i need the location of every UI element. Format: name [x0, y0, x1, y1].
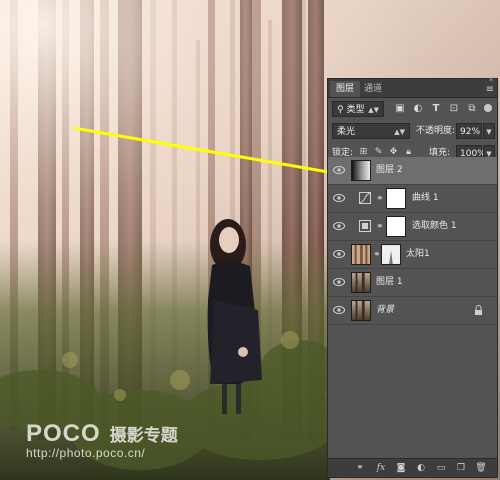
chevron-down-icon: ▲▼	[394, 128, 405, 136]
trash-icon[interactable]: 🗑︎	[475, 462, 487, 474]
opacity-input[interactable]: 92%	[456, 123, 482, 139]
filter-toggle[interactable]	[484, 104, 492, 112]
new-layer-icon[interactable]: ❐	[455, 462, 467, 474]
lock-icon	[475, 305, 482, 315]
image-filter-icon[interactable]: ▣	[394, 103, 406, 115]
watermark: POCO 摄影专题 http://photo.poco.cn/	[26, 420, 178, 460]
opacity-slider-button[interactable]: ▼	[483, 123, 495, 139]
selective-color-icon	[359, 220, 371, 232]
link-layers-icon[interactable]: ⚭	[354, 462, 366, 474]
layer-mask-thumbnail	[386, 188, 406, 209]
layer-row[interactable]: ⚭ 选取颜色 1	[328, 213, 497, 241]
blend-row: 柔光 ▲▼ 不透明度: 92% ▼	[328, 120, 497, 142]
eye-icon[interactable]	[333, 193, 345, 203]
layers-panel: 图层 通道 ✕ ≡ ⚲ 类型 ▲▼ ▣ ◐ T ⊡ ⧉ 柔光 ▲▼ 不透明度: …	[327, 76, 498, 478]
layer-thumbnail	[351, 160, 371, 181]
layer-row[interactable]: ⚭ 太阳1	[328, 241, 497, 269]
add-mask-icon[interactable]: ◙	[395, 462, 407, 474]
smart-object-filter-icon[interactable]: ⧉	[466, 103, 478, 115]
layer-thumbnail	[351, 272, 371, 293]
fx-icon[interactable]: fx	[375, 462, 387, 474]
opacity-label: 不透明度:	[416, 126, 456, 136]
watermark-brand: POCO	[26, 420, 101, 447]
layer-name[interactable]: 选取颜色 1	[412, 213, 457, 240]
layer-thumbnail	[351, 300, 371, 321]
panel-footer: ⚭ fx ◙ ◐ ▭ ❐ 🗑︎	[328, 458, 497, 477]
blend-mode-value: 柔光	[337, 127, 356, 137]
filter-row: ⚲ 类型 ▲▼ ▣ ◐ T ⊡ ⧉	[328, 98, 497, 120]
layer-row[interactable]: ⚭ 曲线 1	[328, 185, 497, 213]
layer-mask-thumbnail	[386, 216, 406, 237]
chevron-down-icon: ▲▼	[368, 106, 379, 114]
chain-link-icon[interactable]: ⚭	[376, 193, 384, 205]
layer-thumbnail	[351, 244, 371, 265]
eye-icon[interactable]	[333, 165, 345, 175]
layer-name[interactable]: 背景	[376, 297, 394, 324]
chain-link-icon[interactable]: ⚭	[376, 221, 384, 233]
curves-adjustment-icon	[359, 192, 371, 204]
filter-kind-label: 类型	[346, 105, 365, 115]
tab-channels[interactable]: 通道	[358, 81, 388, 97]
layers-list: 图层 2 ⚭ 曲线 1 ⚭ 选取颜色 1 ⚭ 太阳1 图层 1 背景	[328, 157, 497, 325]
eye-icon[interactable]	[333, 305, 345, 315]
layer-mask-thumbnail	[381, 244, 401, 265]
eye-icon[interactable]	[333, 277, 345, 287]
layer-name[interactable]: 曲线 1	[412, 185, 439, 212]
layer-row[interactable]: 图层 2	[328, 157, 497, 185]
tab-layers[interactable]: 图层	[330, 81, 361, 97]
close-icon[interactable]: ✕	[488, 76, 494, 84]
eye-icon[interactable]	[333, 249, 345, 259]
shape-filter-icon[interactable]: ⊡	[448, 103, 460, 115]
panel-tabbar: 图层 通道 ✕ ≡	[328, 76, 497, 98]
adjustment-layer-icon[interactable]: ◐	[415, 462, 427, 474]
blend-mode-select[interactable]: 柔光 ▲▼	[332, 123, 410, 139]
filter-kind-select[interactable]: ⚲ 类型 ▲▼	[332, 101, 384, 117]
layer-name[interactable]: 太阳1	[406, 241, 430, 268]
chain-link-icon[interactable]: ⚭	[373, 249, 381, 261]
panel-menu-icon[interactable]: ≡	[486, 84, 494, 95]
layer-row[interactable]: 背景	[328, 297, 497, 325]
watermark-url: http://photo.poco.cn/	[26, 446, 146, 460]
type-filter-icon[interactable]: T	[430, 103, 442, 115]
eye-icon[interactable]	[333, 221, 345, 231]
layer-row[interactable]: 图层 1	[328, 269, 497, 297]
group-folder-icon[interactable]: ▭	[435, 462, 447, 474]
layer-name[interactable]: 图层 2	[376, 157, 403, 184]
layer-name[interactable]: 图层 1	[376, 269, 403, 296]
adjustment-filter-icon[interactable]: ◐	[412, 103, 424, 115]
watermark-brand-cn: 摄影专题	[109, 426, 178, 446]
